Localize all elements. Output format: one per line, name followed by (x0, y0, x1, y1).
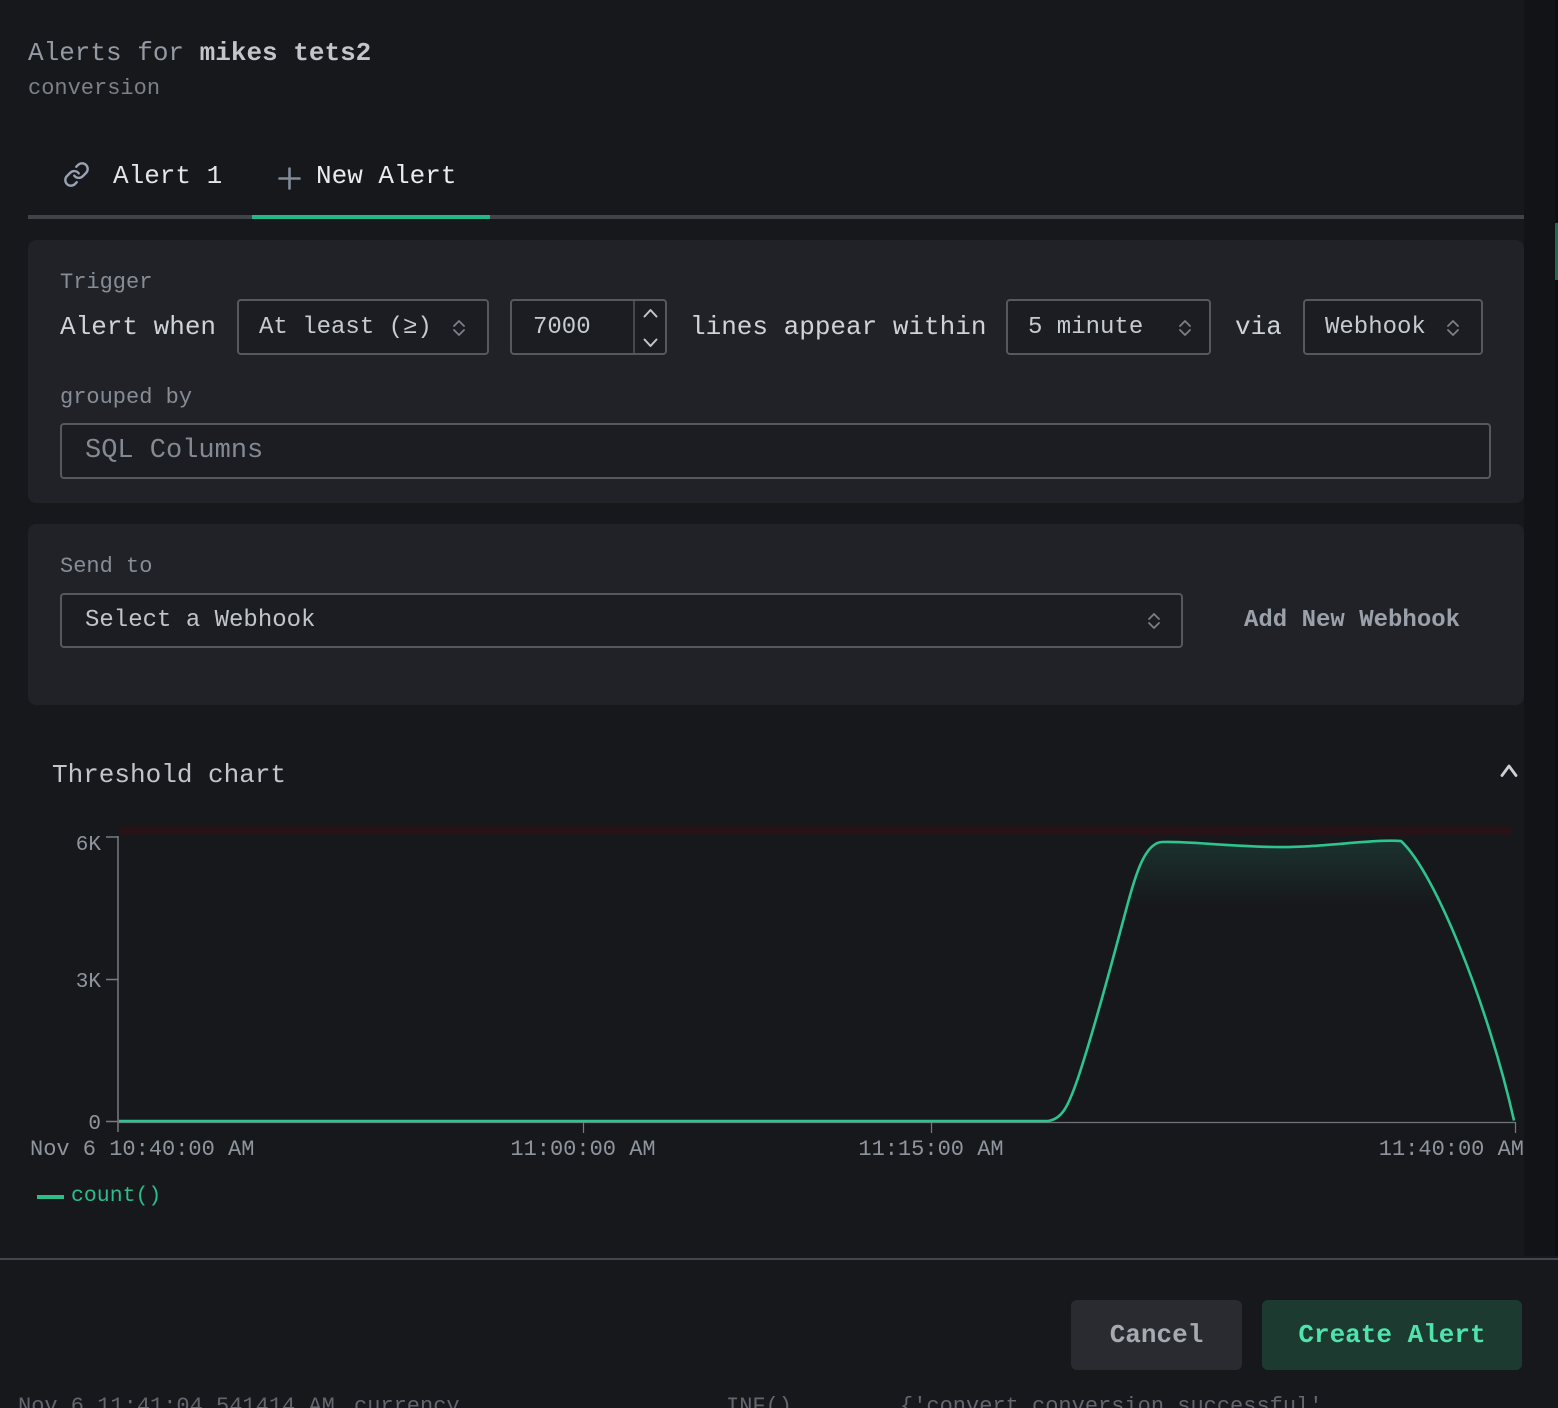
svg-text:3K: 3K (76, 971, 102, 994)
svg-text:Nov 6 10:40:00 AM: Nov 6 10:40:00 AM (30, 1137, 254, 1162)
svg-text:6K: 6K (76, 834, 102, 857)
svg-text:11:40:00 AM: 11:40:00 AM (1379, 1137, 1524, 1162)
svg-text:11:00:00 AM: 11:00:00 AM (510, 1137, 655, 1162)
svg-text:11:15:00 AM: 11:15:00 AM (858, 1137, 1003, 1162)
svg-text:0: 0 (88, 1113, 101, 1136)
